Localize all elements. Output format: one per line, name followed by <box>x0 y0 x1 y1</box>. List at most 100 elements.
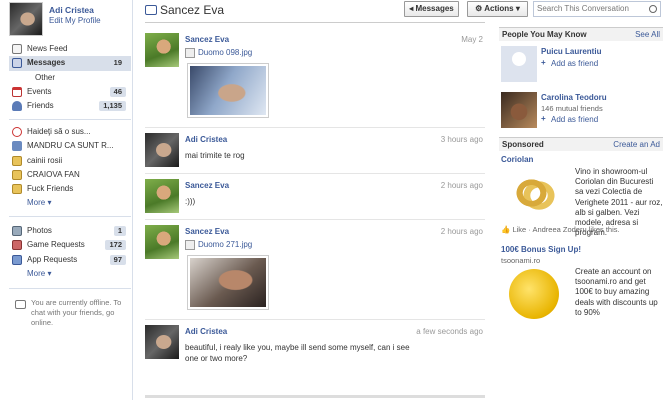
sender-name[interactable]: Adi Cristea <box>185 327 227 336</box>
ad-image[interactable] <box>509 269 559 319</box>
timestamp: a few seconds ago <box>416 327 483 336</box>
ad-domain[interactable]: tsoonami.ro <box>501 256 540 265</box>
sender-name[interactable]: Adi Cristea <box>185 135 227 144</box>
pymk-header: People You May Know See All <box>499 27 663 41</box>
image-file-icon <box>185 240 195 250</box>
events-icon <box>12 86 22 97</box>
sidebar-item-group[interactable]: Haideţi să o sus... <box>9 125 131 139</box>
photos-count-badge: 1 <box>113 226 126 236</box>
attachment-link[interactable]: Duomo 098.jpg <box>185 48 252 58</box>
friend-name[interactable]: Puicu Laurentiu <box>541 47 601 56</box>
group-icon <box>12 169 22 180</box>
actions-button[interactable]: ⚙ Actions ▾ <box>467 1 528 17</box>
add-friend-link[interactable]: Add as friend <box>541 58 598 68</box>
attachment-link[interactable]: Duomo 271.jpg <box>185 240 252 250</box>
avatar[interactable] <box>145 33 179 67</box>
add-friend-link[interactable]: Add as friend <box>541 114 598 124</box>
sidebar-item-app-requests[interactable]: App Requests 97 <box>9 253 131 267</box>
see-all-link[interactable]: See All <box>635 28 660 42</box>
timestamp: 3 hours ago <box>440 135 483 144</box>
gear-icon: ⚙ <box>475 4 483 13</box>
message-item: Sancez Eva 2 hours ago Duomo 271.jpg <box>145 225 485 315</box>
sidebar-item-photos[interactable]: Photos 1 <box>9 224 131 238</box>
sidebar-item-label: Events <box>27 86 52 96</box>
sidebar-item-other[interactable]: Other <box>9 71 131 85</box>
message-item: Sancez Eva May 2 Duomo 098.jpg <box>145 33 485 123</box>
sponsored-header: Sponsored Create an Ad <box>499 137 663 151</box>
avatar[interactable] <box>145 225 179 259</box>
sidebar-item-messages[interactable]: Messages 19 <box>9 56 131 71</box>
sidebar-item-group[interactable]: Fuck Friends <box>9 182 131 196</box>
messages-count-badge: 19 <box>113 58 122 68</box>
game-requests-count-badge: 172 <box>105 240 126 251</box>
sidebar-item-group[interactable]: MANDRU CA SUNT R... <box>9 139 131 153</box>
sender-name[interactable]: Sancez Eva <box>185 181 229 190</box>
sidebar-item-game-requests[interactable]: Game Requests 172 <box>9 238 131 252</box>
group-icon <box>12 184 22 195</box>
conversation-title: Sancez Eva <box>160 3 225 17</box>
sidebar-item-label: CRAIOVA FAN <box>27 169 80 179</box>
sidebar-item-friends[interactable]: Friends 1,135 <box>9 99 131 113</box>
sidebar-item-label: Photos <box>27 226 52 235</box>
main-nav: News Feed Messages 19 Other Events 46 Fr… <box>9 42 131 113</box>
ad-title[interactable]: 100€ Bonus Sign Up! <box>501 245 581 254</box>
offline-text[interactable]: You are currently offline. To chat with … <box>31 298 121 327</box>
profile-name[interactable]: Adi Cristea <box>49 5 94 15</box>
avatar[interactable] <box>9 2 43 36</box>
sidebar-item-label: MANDRU CA SUNT R... <box>27 141 114 151</box>
profile-block: Adi Cristea Edit My Profile <box>9 2 129 36</box>
attachment-photo[interactable] <box>187 63 269 118</box>
attachment-photo[interactable] <box>187 255 269 310</box>
ad-image[interactable] <box>509 168 559 218</box>
friends-icon <box>12 101 22 112</box>
sidebar-item-label: Game Requests <box>27 240 85 250</box>
sender-name[interactable]: Sancez Eva <box>185 35 229 44</box>
edit-profile-link[interactable]: Edit My Profile <box>49 16 101 25</box>
suggested-friend: Puicu Laurentiu Add as friend <box>499 46 663 86</box>
friend-name[interactable]: Carolina Teodoru <box>541 93 607 102</box>
messages-button[interactable]: ◂ Messages <box>404 1 459 17</box>
more-label: More <box>27 268 46 278</box>
avatar[interactable] <box>501 46 537 82</box>
avatar[interactable] <box>145 325 179 359</box>
ad-text: Create an account on tsoonami.ro and get… <box>575 267 658 317</box>
sidebar-item-label: Messages <box>27 58 66 68</box>
mutual-friends[interactable]: 146 mutual friends <box>541 104 603 113</box>
page-title: Sancez Eva <box>145 3 224 17</box>
avatar[interactable] <box>145 179 179 213</box>
timestamp: 2 hours ago <box>440 227 483 236</box>
reply-box-edge <box>145 395 485 398</box>
photos-icon <box>12 226 22 236</box>
search-icon[interactable] <box>649 5 657 13</box>
divider <box>9 119 131 120</box>
group-icon <box>12 127 22 137</box>
messages-icon <box>12 58 22 69</box>
message-item: Adi Cristea a few seconds ago beautiful,… <box>145 325 485 375</box>
timestamp: May 2 <box>461 35 483 44</box>
message-text: mai trimite te rog <box>185 151 245 160</box>
create-ad-link[interactable]: Create an Ad <box>613 138 660 152</box>
search-input[interactable]: Search This Conversation <box>533 1 661 17</box>
like-text: Like · Andreea Zoderu likes this. <box>512 225 620 234</box>
sidebar-item-events[interactable]: Events 46 <box>9 85 131 99</box>
avatar[interactable] <box>145 133 179 167</box>
divider <box>145 127 485 128</box>
chevron-down-icon: ▾ <box>515 4 520 13</box>
groups-more-link[interactable]: More ▾ <box>9 196 131 210</box>
thumbs-up-icon: 👍 <box>501 225 511 234</box>
message-icon <box>145 5 157 15</box>
apps-more-link[interactable]: More ▾ <box>9 267 131 281</box>
sender-name[interactable]: Sancez Eva <box>185 227 229 236</box>
left-sidebar: Adi Cristea Edit My Profile News Feed Me… <box>0 0 133 400</box>
sidebar-item-group[interactable]: CRAIOVA FAN <box>9 168 131 182</box>
ad-title[interactable]: Coriolan <box>501 155 533 164</box>
avatar[interactable] <box>501 92 537 128</box>
like-row[interactable]: 👍 Like · Andreea Zoderu likes this. <box>501 225 620 234</box>
sidebar-item-news-feed[interactable]: News Feed <box>9 42 131 56</box>
sidebar-item-label: Haideţi să o sus... <box>27 127 91 136</box>
sidebar-item-label: cainii rosii <box>27 155 63 165</box>
message-item: Sancez Eva 2 hours ago :))) <box>145 179 485 219</box>
sidebar-item-label: News Feed <box>27 44 68 53</box>
message-text: :))) <box>185 197 196 206</box>
sidebar-item-group[interactable]: cainii rosii <box>9 154 131 168</box>
